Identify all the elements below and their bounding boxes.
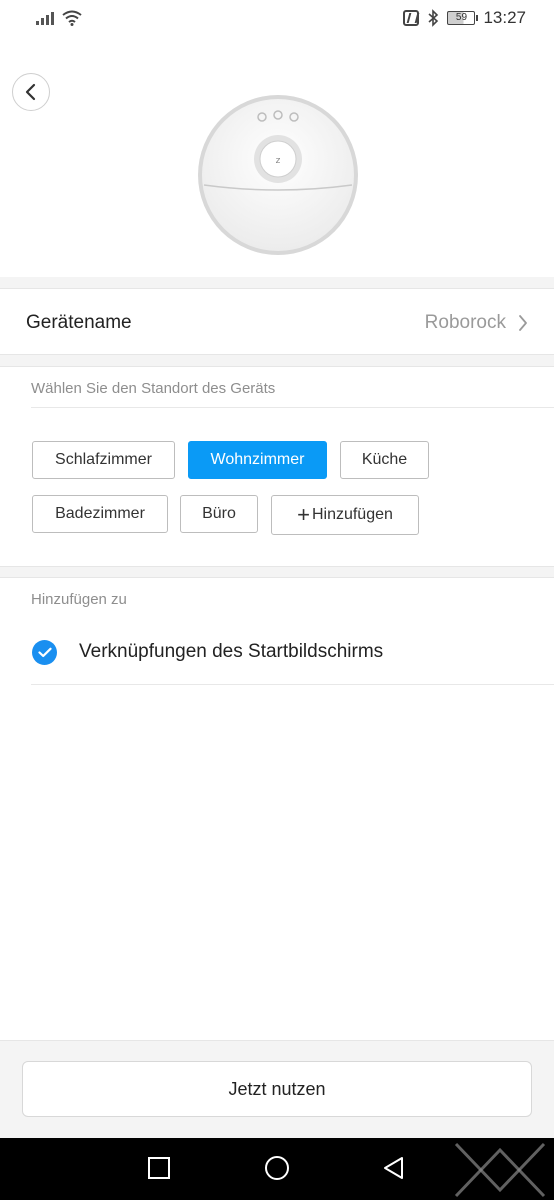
watermark-logo-icon [454,1142,546,1198]
wifi-icon [62,10,82,26]
room-chip-buero[interactable]: Büro [180,495,258,533]
use-now-button[interactable]: Jetzt nutzen [22,1061,532,1117]
system-nav-bar [0,1138,554,1200]
divider [31,684,554,685]
recents-square-icon[interactable] [147,1156,171,1180]
chevron-right-icon [519,315,527,331]
robot-vacuum-image: z [198,95,358,255]
divider [31,407,554,408]
back-button[interactable] [12,73,50,111]
bluetooth-icon [428,9,439,27]
room-chip-kueche[interactable]: Küche [340,441,429,479]
footer: Jetzt nutzen [0,1040,554,1138]
svg-text:z: z [276,156,281,166]
location-caption: Wählen Sie den Standort des Geräts [31,380,276,397]
chevron-left-icon [25,83,36,101]
add-room-button[interactable]: + Hinzufügen [271,495,419,535]
signal-icon [36,11,54,25]
add-room-label: Hinzufügen [311,506,393,523]
battery-icon: 59 [447,11,479,25]
nfc-icon [403,10,420,26]
back-triangle-icon[interactable] [382,1156,406,1180]
device-header: z [0,40,554,277]
status-time: 13:27 [483,8,526,27]
shortcut-label[interactable]: Verknüpfungen des Startbildschirms [79,641,383,663]
shortcut-checkbox[interactable] [32,640,57,665]
location-section: Wählen Sie den Standort des Geräts Schla… [0,366,554,567]
home-circle-icon[interactable] [264,1155,290,1181]
device-name-row[interactable]: Gerätename Roborock [0,288,554,355]
room-chip-wohnzimmer[interactable]: Wohnzimmer [188,441,327,479]
checkmark-icon [37,647,52,658]
device-name-value: Roborock [424,312,506,333]
status-bar: 59 13:27 [0,0,554,40]
room-chip-badezimmer[interactable]: Badezimmer [32,495,168,533]
device-name-label: Gerätename [26,312,132,333]
add-to-section: Hinzufügen zu Verknüpfungen des Startbil… [0,577,554,1040]
add-to-caption: Hinzufügen zu [31,591,127,608]
room-chip-schlafzimmer[interactable]: Schlafzimmer [32,441,175,479]
plus-icon: + [297,502,310,527]
